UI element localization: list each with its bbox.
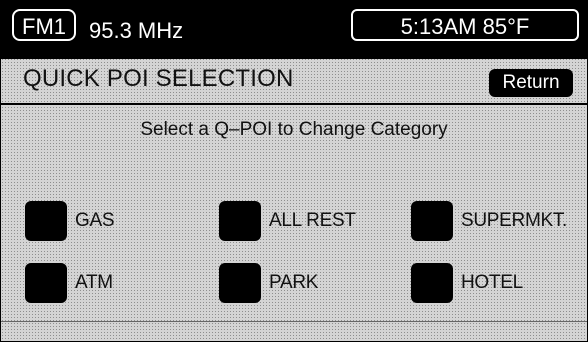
poi-label: PARK — [269, 272, 319, 293]
clock-temperature-display[interactable]: 5:13AM 85°F — [351, 9, 579, 41]
frequency-readout: 95.3 MHz — [89, 18, 184, 43]
return-button[interactable]: Return — [489, 69, 573, 97]
poi-label: GAS — [75, 210, 115, 231]
poi-label: ALL REST — [269, 210, 356, 231]
instruction-text: Select a Q–POI to Change Category — [140, 119, 448, 140]
poi-label: ATM — [75, 272, 113, 293]
navigation-screen: FM1 95.3 MHz 5:13AM 85°F QUICK POI SELEC… — [0, 0, 588, 342]
poi-select-square[interactable] — [411, 263, 453, 303]
poi-button-supermarket[interactable]: SUPERMKT. — [411, 201, 581, 241]
poi-button-all-rest[interactable]: ALL REST — [219, 201, 389, 241]
band-button[interactable]: FM1 — [12, 9, 76, 41]
poi-select-square[interactable] — [411, 201, 453, 241]
title-row: QUICK POI SELECTION Return — [1, 59, 587, 105]
poi-button-hotel[interactable]: HOTEL — [411, 263, 581, 303]
poi-select-square[interactable] — [25, 201, 67, 241]
poi-label: HOTEL — [461, 272, 523, 293]
poi-select-square[interactable] — [25, 263, 67, 303]
poi-button-atm[interactable]: ATM — [25, 263, 195, 303]
poi-select-square[interactable] — [219, 263, 261, 303]
poi-button-park[interactable]: PARK — [219, 263, 389, 303]
poi-button-gas[interactable]: GAS — [25, 201, 195, 241]
status-bar: FM1 95.3 MHz 5:13AM 85°F — [1, 1, 587, 59]
bottom-divider — [1, 321, 587, 322]
page-title: QUICK POI SELECTION — [23, 65, 294, 92]
poi-label: SUPERMKT. — [461, 210, 568, 231]
poi-select-square[interactable] — [219, 201, 261, 241]
